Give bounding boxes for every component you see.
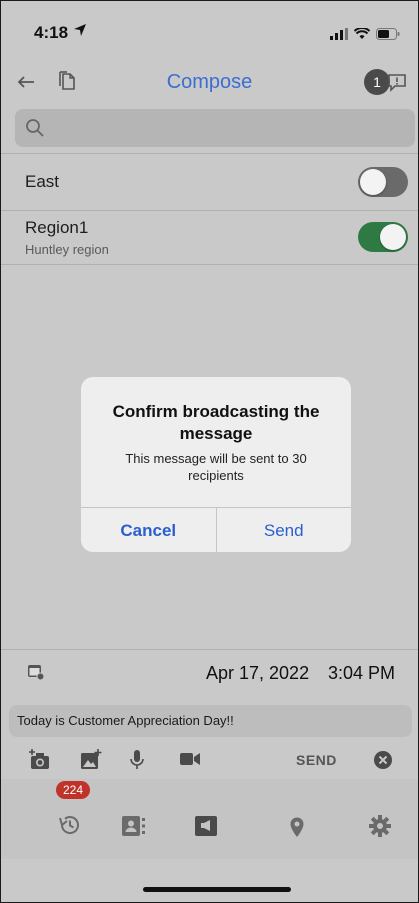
east-toggle[interactable] [358, 167, 408, 197]
group-name: Region1 [25, 218, 89, 237]
microphone-icon[interactable] [129, 749, 145, 776]
add-camera-icon[interactable] [28, 749, 52, 776]
signal-icon [330, 27, 348, 45]
search-input[interactable] [15, 109, 415, 147]
schedule-time[interactable]: 3:04 PM [328, 663, 395, 684]
group-subtitle: Huntley region [25, 242, 109, 257]
clear-icon[interactable] [373, 750, 393, 775]
battery-icon [376, 27, 400, 45]
cancel-button[interactable]: Cancel [81, 508, 217, 552]
page-title: Compose [166, 71, 253, 93]
calendar-clock-icon[interactable] [27, 663, 45, 686]
dialog-message: This message will be sent to 30 recipien… [125, 451, 307, 483]
navigation-bar: Compose 1 [1, 61, 418, 105]
status-bar: 4:18 [1, 1, 418, 59]
status-icons [330, 27, 400, 45]
broadcast-icon[interactable] [194, 815, 218, 842]
home-indicator[interactable] [143, 887, 291, 892]
confirm-dialog: Confirm broadcasting the message This me… [81, 377, 351, 552]
history-count-badge: 224 [56, 781, 90, 799]
location-pin-icon[interactable] [289, 816, 305, 843]
message-input[interactable]: Today is Customer Appreciation Day!! [9, 705, 412, 737]
compose-toolbar: SEND [1, 743, 418, 777]
settings-gear-icon[interactable] [368, 814, 392, 843]
schedule-row[interactable]: Apr 17, 2022 3:04 PM [1, 649, 418, 696]
add-photo-icon[interactable] [79, 749, 103, 776]
schedule-date[interactable]: Apr 17, 2022 [206, 663, 309, 684]
video-camera-icon[interactable] [179, 752, 201, 771]
message-text: Today is Customer Appreciation Day!! [17, 713, 234, 728]
search-icon [25, 118, 45, 143]
list-item-east[interactable]: East [1, 153, 418, 211]
contacts-icon[interactable] [121, 815, 147, 842]
location-arrow-icon [73, 23, 87, 42]
dialog-buttons: Cancel Send [81, 507, 351, 552]
dialog-title: Confirm broadcasting the message [112, 402, 320, 443]
send-message-button[interactable]: SEND [296, 752, 337, 768]
tab-bar: 224 [1, 779, 418, 859]
send-button[interactable]: Send [217, 508, 352, 552]
feedback-icon[interactable] [386, 71, 408, 93]
region1-toggle[interactable] [358, 222, 408, 252]
status-time: 4:18 [34, 23, 69, 42]
history-icon[interactable] [57, 812, 83, 843]
group-name: East [25, 172, 60, 191]
list-item-region1[interactable]: Region1 Huntley region [1, 210, 418, 265]
app-screen: 4:18 Compose 1 East Region1 Huntley regi… [0, 0, 419, 903]
wifi-icon [353, 27, 371, 45]
